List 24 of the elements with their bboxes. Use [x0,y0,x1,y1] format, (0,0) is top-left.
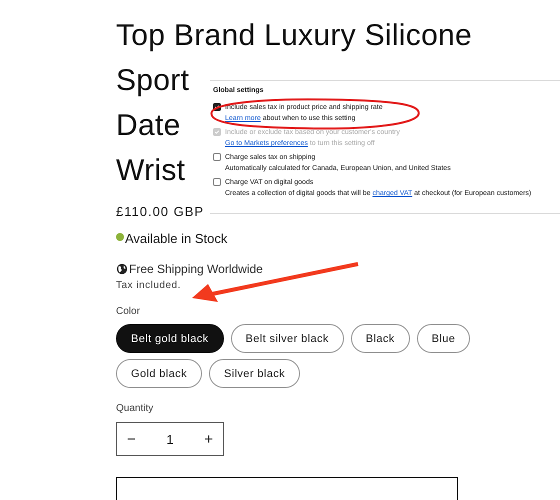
stock-status: Available in Stock [125,231,228,246]
price: £110.00 GBP [116,204,206,219]
color-option[interactable]: Belt silver black [230,324,344,353]
color-label: Color [116,306,141,317]
product-title-line: Sport [116,63,190,99]
globe-icon [116,263,128,275]
increase-button[interactable]: + [204,430,213,448]
color-option[interactable]: Black [350,324,410,353]
color-option[interactable]: Gold black [116,359,202,388]
color-option[interactable]: Silver black [208,359,300,388]
color-option[interactable]: Belt gold black [116,324,224,353]
shipping-info: Free Shipping Worldwide [129,262,263,276]
quantity-label: Quantity [116,403,154,414]
quantity-field[interactable]: − 1 + [116,422,224,456]
decrease-button[interactable]: − [127,430,136,448]
product-title-line: Top Brand Luxury Silicone [116,18,472,54]
product-title-line: Wrist [116,153,186,189]
color-option[interactable]: Blue [416,324,470,353]
product-title-line: Date [116,108,181,144]
quantity-value: 1 [166,432,174,446]
add-to-cart-button[interactable] [116,477,458,500]
tax-note: Tax included. [116,280,182,291]
checkbox[interactable] [213,178,221,186]
checkbox[interactable] [213,153,221,161]
